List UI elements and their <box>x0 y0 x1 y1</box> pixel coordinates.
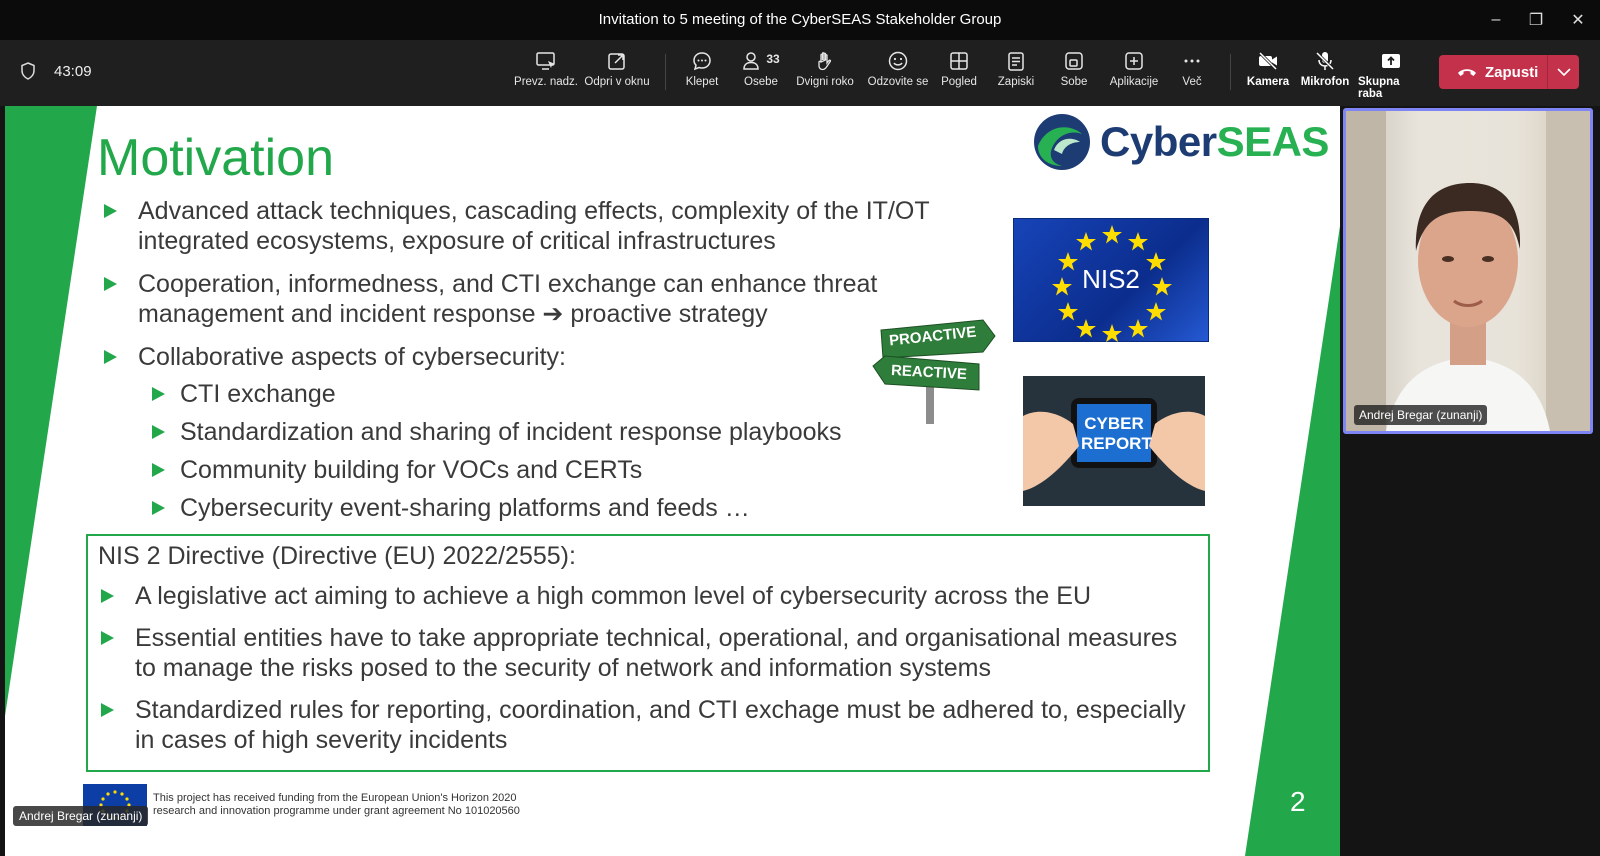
logo-cyber-text: Cyber <box>1100 118 1217 165</box>
meeting-stage: Motivation CyberSEAS Advanced attack tec… <box>0 106 1600 856</box>
leave-main[interactable]: Zapusti <box>1439 64 1547 81</box>
prevz-label: Prevz. nadz. <box>514 76 578 88</box>
view-button[interactable]: Pogled <box>938 50 980 100</box>
more-button[interactable]: Več <box>1178 50 1206 100</box>
logo-seas-text: SEAS <box>1216 118 1330 165</box>
sub-bullet-item: Cybersecurity event-sharing platforms an… <box>100 493 1000 523</box>
toolbar-divider <box>1230 54 1231 90</box>
window-title: Invitation to 5 meeting of the CyberSEAS… <box>598 11 1002 28</box>
sub-bullet-item: CTI exchange <box>100 379 1000 409</box>
bullet-item: Cooperation, informedness, and CTI excha… <box>100 269 1000 329</box>
meeting-timer: 43:09 <box>20 62 92 80</box>
footer-line-1: This project has received funding from t… <box>153 792 517 804</box>
rooms-button[interactable]: Sobe <box>1056 50 1092 100</box>
react-button[interactable]: Odzovite se <box>864 50 932 100</box>
cyberseas-logo: CyberSEAS <box>1032 112 1329 172</box>
sub-bullet-item: Community building for VOCs and CERTs <box>100 455 1000 485</box>
skupna-label: Skupna raba <box>1358 76 1400 100</box>
meeting-toolbar: 43:09 Prevz. nadz. Odpri v oknu Klepet 3… <box>0 40 1600 106</box>
slide-page-number: 2 <box>1290 786 1306 817</box>
aplikacije-label: Aplikacije <box>1109 76 1159 88</box>
participant-video-icon <box>1346 111 1590 431</box>
participant-name-label: Andrej Bregar (zunanji) <box>1354 405 1488 425</box>
screen-sharing-control-button[interactable]: Prevz. nadz. <box>512 50 580 100</box>
leave-button[interactable]: Zapusti <box>1439 55 1579 89</box>
footer-line-2: research and innovation programme under … <box>153 805 520 817</box>
proactive-reactive-signpost: PROACTIVE REACTIVE <box>871 318 1001 424</box>
notes-button[interactable]: Zapiski <box>994 50 1038 100</box>
cyberseas-wave-icon <box>1034 114 1090 170</box>
people-icon-wrap: 33 <box>742 50 780 76</box>
hang-up-icon <box>1458 69 1476 76</box>
presenter-name-label: Andrej Bregar (zunanji) <box>13 806 149 826</box>
mikrofon-label: Mikrofon <box>1300 76 1350 88</box>
slide-title: Motivation <box>97 129 334 187</box>
leave-options-button[interactable] <box>1547 55 1579 89</box>
cyber-report-line2: REPORT <box>1081 434 1152 453</box>
nis-bullet-item: A legislative act aiming to achieve a hi… <box>97 581 1198 611</box>
sobe-label: Sobe <box>1060 76 1088 88</box>
title-bar: Invitation to 5 meeting of the CyberSEAS… <box>0 0 1600 40</box>
chat-icon <box>693 52 711 71</box>
restore-button[interactable]: ❐ <box>1518 6 1554 34</box>
nis2-eu-flag-image: NIS2 <box>1013 218 1209 342</box>
sub-bullet-item: Standardization and sharing of incident … <box>100 417 1000 447</box>
microphone-button[interactable]: Mikrofon <box>1300 50 1350 100</box>
odpri-label: Odpri v oknu <box>584 76 650 88</box>
participant-video-tile[interactable]: Andrej Bregar (zunanji) <box>1343 108 1593 434</box>
funding-footer: This project has received funding from t… <box>153 792 573 818</box>
people-count: 33 <box>766 52 780 66</box>
odzovite-label: Odzovite se <box>867 76 929 88</box>
slide-green-band-right <box>1245 226 1340 856</box>
share-button[interactable]: Skupna raba <box>1358 50 1424 100</box>
motivation-bullets: Advanced attack techniques, cascading ef… <box>100 196 1000 531</box>
plus-box-icon <box>1125 52 1143 70</box>
monitor-pointer-icon <box>536 52 555 70</box>
camera-off-icon <box>1258 51 1278 71</box>
bullet-item: Collaborative aspects of cybersecurity: <box>100 342 1000 372</box>
kamera-label: Kamera <box>1246 76 1290 88</box>
timer-text: 43:09 <box>54 62 92 80</box>
chevron-down-icon <box>1556 68 1571 76</box>
apps-button[interactable]: Aplikacije <box>1106 50 1162 100</box>
leave-label: Zapusti <box>1485 63 1539 81</box>
mic-off-icon <box>1315 51 1335 71</box>
dvigni-label: Dvigni roko <box>796 76 854 88</box>
pop-out-icon <box>608 53 625 70</box>
cyber-report-image: CYBER REPORT <box>1023 376 1205 506</box>
nis-bullet-item: Standardized rules for reporting, coordi… <box>97 695 1198 755</box>
nis-bullet-item: Essential entities have to take appropri… <box>97 623 1198 683</box>
rooms-icon <box>1065 52 1083 70</box>
grid-icon <box>950 52 968 70</box>
minimize-button[interactable]: – <box>1478 6 1514 34</box>
people-button[interactable]: 33 Osebe <box>738 50 784 100</box>
cyber-report-line1: CYBER <box>1084 414 1144 433</box>
open-in-window-button[interactable]: Odpri v oknu <box>582 50 652 100</box>
pogled-label: Pogled <box>941 76 977 88</box>
shared-slide: Motivation CyberSEAS Advanced attack tec… <box>5 106 1340 856</box>
toolbar-divider <box>665 54 666 90</box>
osebe-label: Osebe <box>744 76 778 88</box>
nis2-label: NIS2 <box>1082 264 1140 294</box>
nis2-directive-box: NIS 2 Directive (Directive (EU) 2022/255… <box>86 534 1210 772</box>
camera-button[interactable]: Kamera <box>1244 50 1292 100</box>
notes-icon <box>1008 52 1024 71</box>
bullet-item: Advanced attack techniques, cascading ef… <box>100 196 1000 256</box>
hand-icon <box>818 52 832 71</box>
nis2-heading: NIS 2 Directive (Directive (EU) 2022/255… <box>98 542 576 570</box>
more-dots-icon <box>1184 59 1200 63</box>
smiley-icon <box>888 51 908 71</box>
chat-button[interactable]: Klepet <box>680 50 724 100</box>
raise-hand-button[interactable]: Dvigni roko <box>794 50 856 100</box>
people-icon <box>743 52 760 70</box>
zapiski-label: Zapiski <box>997 76 1035 88</box>
klepet-label: Klepet <box>685 76 719 88</box>
close-button[interactable]: ✕ <box>1560 6 1596 34</box>
shield-icon <box>21 62 35 80</box>
vec-label: Več <box>1182 76 1202 88</box>
share-upload-icon <box>1382 54 1400 68</box>
cyber-report-text: CYBER REPORT <box>1081 414 1152 454</box>
